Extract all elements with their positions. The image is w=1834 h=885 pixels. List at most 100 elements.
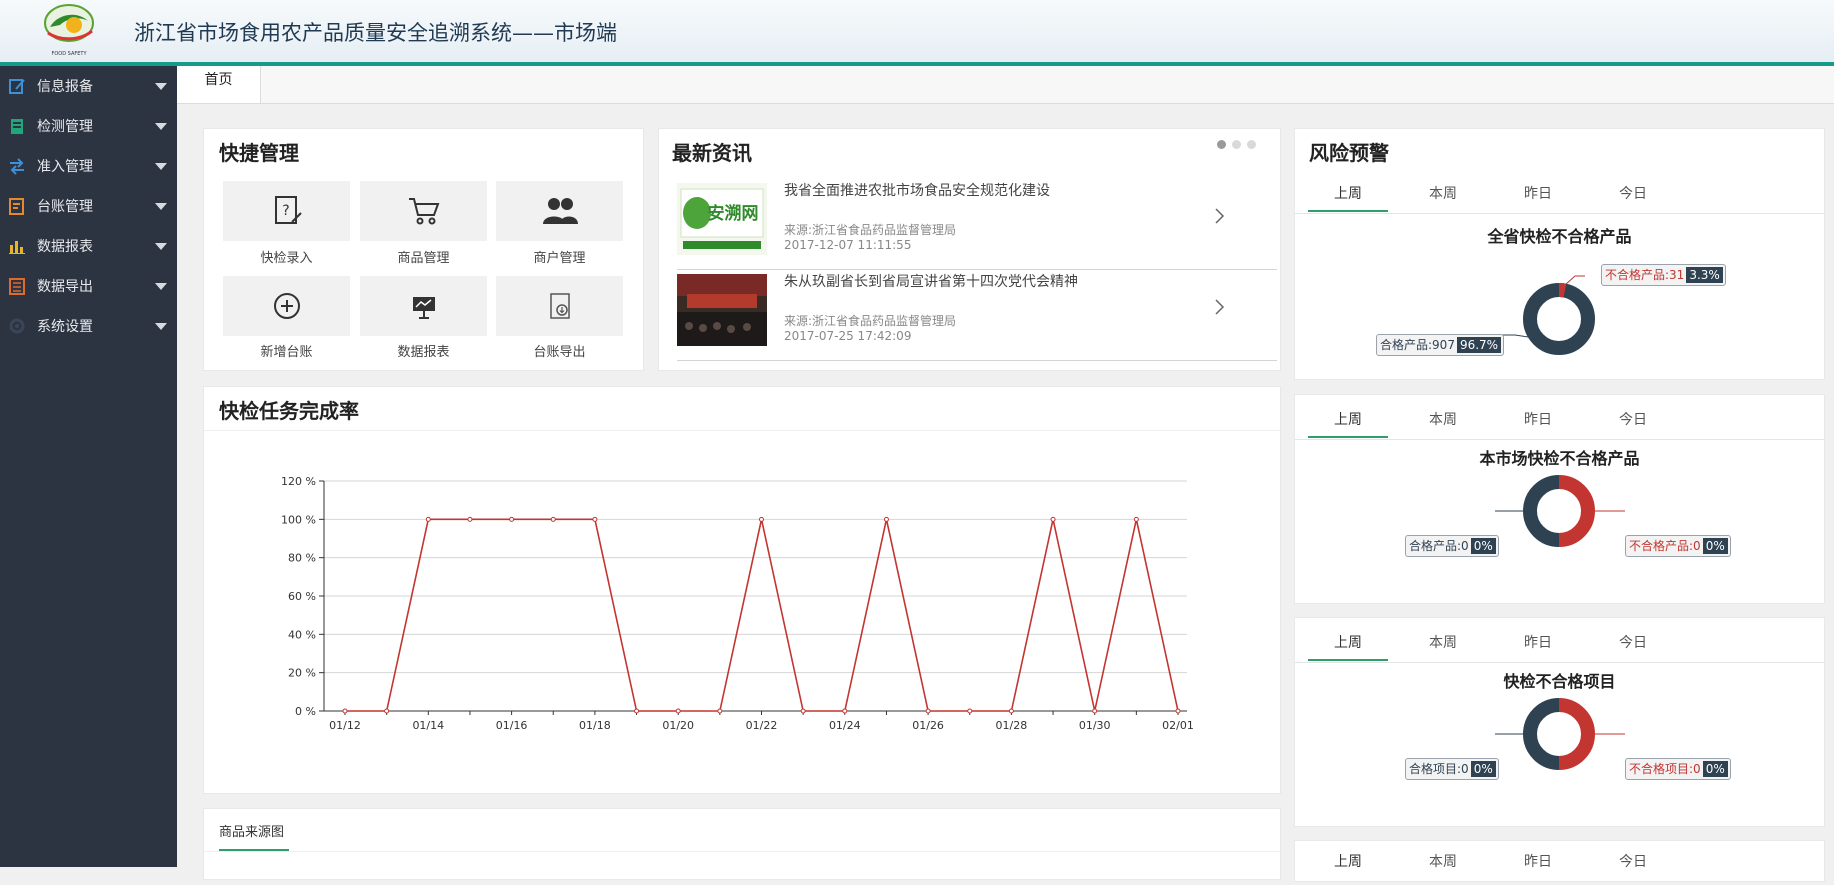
ledger-icon: [8, 197, 26, 215]
tab-yesterday[interactable]: 昨日: [1498, 632, 1578, 652]
x-tick-label: 01/24: [829, 719, 861, 732]
sidebar-item-test-mgmt[interactable]: 检测管理: [0, 106, 177, 146]
quick-test-entry-button[interactable]: ?: [223, 181, 350, 241]
x-tick-label: 01/26: [912, 719, 944, 732]
sidebar-item-settings[interactable]: 系统设置: [0, 306, 177, 346]
tab-home[interactable]: 首页: [177, 66, 261, 103]
data-point: [1092, 708, 1098, 714]
x-tick-label: 01/14: [412, 719, 444, 732]
news-item-source: 来源:浙江省食品药品监督管理局: [784, 223, 957, 237]
pass-count: 合格产品:907: [1380, 338, 1455, 352]
tab-this-week[interactable]: 本周: [1403, 183, 1483, 203]
y-tick-label: 80 %: [288, 552, 316, 565]
data-report-button[interactable]: [360, 276, 487, 336]
task-completion-title: 快检任务完成率: [219, 399, 359, 423]
svg-text:FOOD SAFETY: FOOD SAFETY: [51, 51, 87, 57]
news-title: 最新资讯: [672, 141, 752, 165]
tab-yesterday[interactable]: 昨日: [1498, 183, 1578, 203]
fail-count: 不合格项目:0: [1629, 762, 1701, 776]
x-tick-label: 01/28: [996, 719, 1028, 732]
news-thumbnail: 安溯网: [677, 183, 767, 255]
sidebar-item-label: 准入管理: [37, 159, 93, 175]
fail-label: 不合格项目:0 0%: [1625, 758, 1731, 780]
data-point: [342, 708, 348, 714]
carousel-dots: [1217, 140, 1256, 149]
tab-this-week[interactable]: 本周: [1403, 851, 1483, 871]
sidebar-item-info-report[interactable]: 信息报备: [0, 66, 177, 106]
fail-pct: 3.3%: [1686, 267, 1723, 283]
data-point: [1133, 516, 1139, 522]
news-item[interactable]: 朱从玖副省长到省局宣讲省第十四次党代会精神 来源:浙江省食品药品监督管理局 20…: [677, 270, 1277, 361]
carousel-dot[interactable]: [1232, 140, 1241, 149]
chevron-right-icon[interactable]: [1213, 207, 1225, 225]
risk-market-card: 上周 本周 昨日 今日 本市场快检不合格产品 合格产品:0 0% 不合格产品:0 0…: [1294, 394, 1825, 604]
tab-today[interactable]: 今日: [1593, 851, 1673, 871]
ledger-export-button[interactable]: [496, 276, 623, 336]
tab-yesterday[interactable]: 昨日: [1498, 409, 1578, 429]
data-point: [883, 516, 889, 522]
tab-today[interactable]: 今日: [1593, 183, 1673, 203]
sidebar-item-access-mgmt[interactable]: 准入管理: [0, 146, 177, 186]
y-tick-label: 60 %: [288, 590, 316, 603]
province-fail-donut: [1500, 275, 1595, 355]
news-thumbnail: [677, 274, 767, 346]
donut-pass-segment: [1523, 283, 1595, 355]
merchant-management-button[interactable]: [496, 181, 623, 241]
chevron-down-icon: [155, 203, 167, 210]
shopping-cart-icon: [408, 198, 439, 225]
sidebar-item-data-report[interactable]: 数据报表: [0, 226, 177, 266]
goods-management-button[interactable]: [360, 181, 487, 241]
fail-label: 不合格产品:0 0%: [1625, 535, 1731, 557]
tab-last-week[interactable]: 上周: [1308, 632, 1388, 652]
fail-count: 不合格产品:31: [1605, 268, 1685, 282]
tab-this-week[interactable]: 本周: [1403, 632, 1483, 652]
data-point: [1175, 708, 1181, 714]
news-item-title[interactable]: 朱从玖副省长到省局宣讲省第十四次党代会精神: [784, 271, 1078, 291]
chevron-right-icon[interactable]: [1213, 298, 1225, 316]
risk-extra-card: 上周 本周 昨日 今日: [1294, 840, 1825, 882]
chevron-down-icon: [155, 283, 167, 290]
donut-fail-segment: [1558, 475, 1595, 547]
news-item-date: 2017-12-07 11:11:55: [784, 238, 912, 252]
carousel-dot[interactable]: [1217, 140, 1226, 149]
donut-pass-segment: [1523, 698, 1560, 770]
bar-chart-icon: [8, 237, 26, 255]
x-tick-label: 01/22: [746, 719, 778, 732]
tab-today[interactable]: 今日: [1593, 632, 1673, 652]
sidebar-item-ledger-mgmt[interactable]: 台账管理: [0, 186, 177, 226]
add-ledger-button[interactable]: [223, 276, 350, 336]
edit-icon: [8, 77, 26, 95]
divider: [204, 851, 1280, 852]
x-tick-label: 01/30: [1079, 719, 1111, 732]
tab-today[interactable]: 今日: [1593, 409, 1673, 429]
tab-last-week[interactable]: 上周: [1308, 183, 1388, 203]
data-point: [759, 516, 764, 522]
tab-this-week[interactable]: 本周: [1403, 409, 1483, 429]
fail-count: 不合格产品:0: [1629, 539, 1701, 553]
tab-last-week[interactable]: 上周: [1308, 409, 1388, 429]
period-tabs: 上周 本周 昨日 今日: [1295, 841, 1824, 885]
period-tabs: 上周 本周 昨日 今日: [1295, 169, 1824, 214]
goods-source-tab[interactable]: 商品来源图: [219, 821, 284, 840]
tab-last-week[interactable]: 上周: [1308, 851, 1388, 871]
tab-yesterday[interactable]: 昨日: [1498, 851, 1578, 871]
sidebar-item-label: 信息报备: [37, 79, 93, 95]
file-download-icon: [549, 293, 570, 319]
pass-label: 合格项目:0 0%: [1405, 758, 1499, 780]
chevron-down-icon: [155, 323, 167, 330]
gear-icon: [8, 317, 26, 335]
data-point: [717, 708, 723, 714]
risk-warning-card: 风险预警 上周 本周 昨日 今日 全省快检不合格产品 不合格产品:31 3.3% …: [1294, 128, 1825, 380]
chevron-down-icon: [155, 163, 167, 170]
news-item-title[interactable]: 我省全面推进农批市场食品安全规范化建设: [784, 180, 1050, 200]
plus-circle-icon: [273, 293, 300, 319]
data-point: [925, 708, 931, 714]
data-point: [675, 708, 681, 714]
fail-pct: 0%: [1702, 538, 1728, 554]
news-item[interactable]: 安溯网 我省全面推进农批市场食品安全规范化建设 来源:浙江省食品药品监督管理局 …: [677, 179, 1277, 270]
sidebar-item-label: 数据报表: [37, 239, 93, 255]
carousel-dot[interactable]: [1247, 140, 1256, 149]
sidebar-item-data-export[interactable]: 数据导出: [0, 266, 177, 306]
risk-panel-title: 快检不合格项目: [1503, 672, 1616, 691]
task-completion-line-chart: 0 % 20 % 40 % 60 % 80 % 100 % 120 % 01/12 01/14 0…: [281, 475, 1194, 732]
